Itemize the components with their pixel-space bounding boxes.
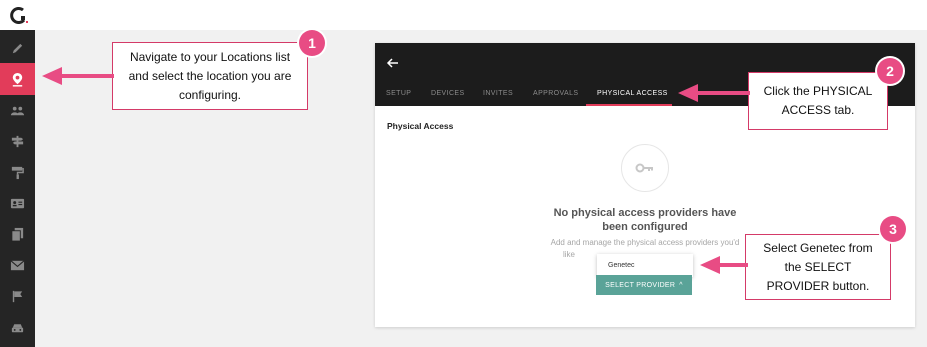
select-provider-button[interactable]: SELECT PROVIDER ^ xyxy=(596,275,692,295)
callout-step-2: Click the PHYSICAL ACCESS tab. xyxy=(748,72,888,130)
mail-icon xyxy=(10,259,25,270)
active-tab-indicator xyxy=(586,104,672,106)
step-badge-2: 2 xyxy=(877,58,903,84)
key-icon xyxy=(635,163,653,173)
callout-text: Select Genetec from the SELECT PROVIDER … xyxy=(763,240,873,293)
pointer-arrow-1 xyxy=(42,67,114,85)
pointer-arrow-2 xyxy=(678,84,750,102)
dropdown-option-label: Genetec xyxy=(608,262,635,269)
sidebar-item-messages[interactable] xyxy=(0,249,35,281)
id-card-icon xyxy=(10,198,25,208)
tab-setup[interactable]: SETUP xyxy=(386,90,411,97)
pointer-arrow-3 xyxy=(700,256,748,274)
back-arrow-icon[interactable] xyxy=(386,56,400,70)
callout-step-1: Navigate to your Locations list and sele… xyxy=(112,42,308,110)
callout-text: Navigate to your Locations list and sele… xyxy=(128,49,292,102)
provider-dropdown-option[interactable]: Genetec xyxy=(597,254,693,277)
sidebar xyxy=(0,30,35,347)
tab-approvals[interactable]: APPROVALS xyxy=(533,90,579,97)
callout-text: Click the PHYSICAL ACCESS tab. xyxy=(763,84,873,117)
tab-devices[interactable]: DEVICES xyxy=(431,90,465,97)
empty-state-title: No physical access providers have been c… xyxy=(553,207,737,233)
car-icon xyxy=(11,323,24,332)
callout-step-3: Select Genetec from the SELECT PROVIDER … xyxy=(745,234,891,300)
sidebar-item-locations[interactable] xyxy=(0,63,35,95)
sidebar-item-reports[interactable] xyxy=(0,280,35,312)
empty-desc-line2: like xyxy=(562,250,575,259)
location-pin-icon xyxy=(12,72,23,87)
tab-invites[interactable]: INVITES xyxy=(483,90,513,97)
tab-physical-access[interactable]: PHYSICAL ACCESS xyxy=(597,90,668,97)
select-provider-label: SELECT PROVIDER xyxy=(605,281,676,289)
pencil-icon xyxy=(12,43,23,53)
caret-up-icon: ^ xyxy=(679,281,683,289)
app-logo-icon xyxy=(10,7,28,24)
step-badge-3: 3 xyxy=(880,216,906,242)
sidebar-item-directions[interactable] xyxy=(0,125,35,157)
sidebar-item-badges[interactable] xyxy=(0,187,35,219)
section-title: Physical Access xyxy=(387,121,454,131)
paint-roller-icon xyxy=(11,166,24,179)
flag-icon xyxy=(12,290,23,302)
step-badge-1: 1 xyxy=(299,30,325,56)
signpost-icon xyxy=(11,135,24,147)
documents-icon xyxy=(11,227,24,242)
sidebar-item-parking[interactable] xyxy=(0,312,35,344)
sidebar-item-documents[interactable] xyxy=(0,218,35,250)
people-icon xyxy=(10,106,25,115)
empty-state-icon xyxy=(621,144,669,192)
sidebar-item-people[interactable] xyxy=(0,94,35,126)
empty-desc-line1: Add and manage the physical access provi… xyxy=(550,238,740,247)
sidebar-item-branding[interactable] xyxy=(0,156,35,188)
top-bar xyxy=(0,0,927,30)
sidebar-item-edit[interactable] xyxy=(0,32,35,64)
